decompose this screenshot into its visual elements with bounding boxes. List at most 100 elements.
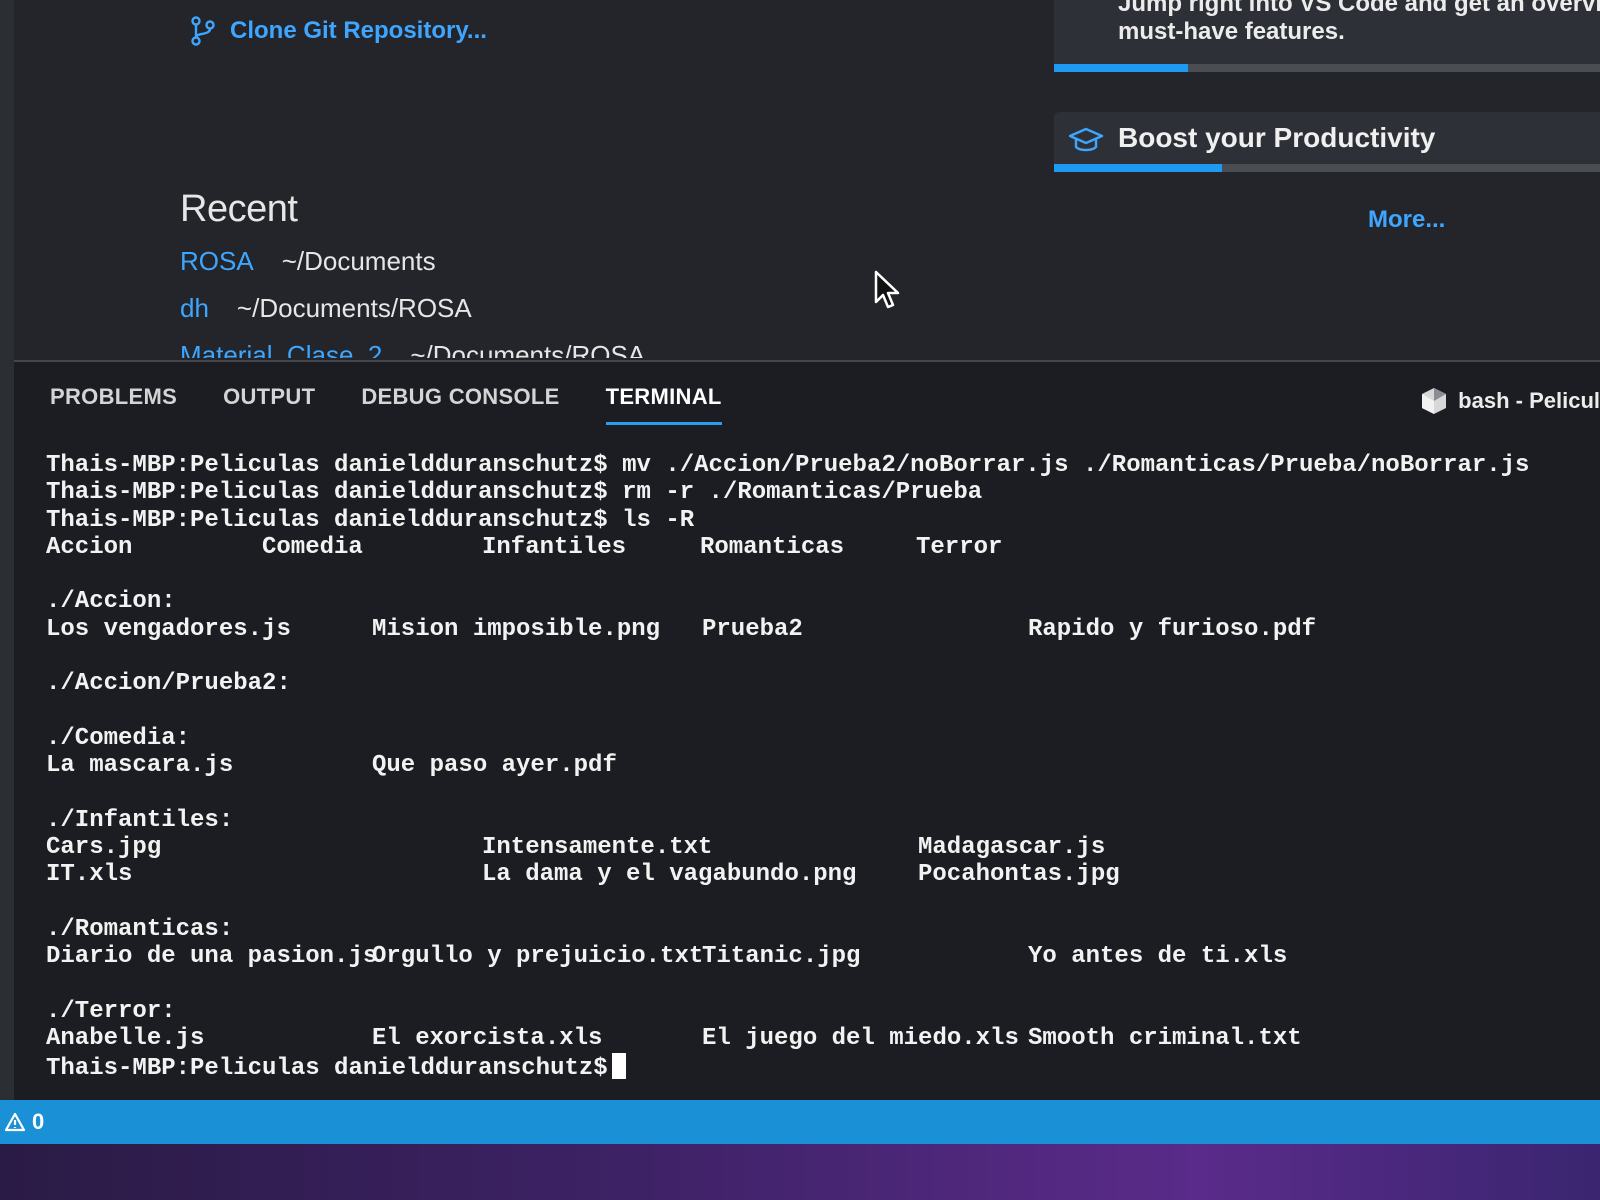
source-control-icon <box>191 16 215 46</box>
terminal-directory-header: ./Infantiles: <box>46 807 1586 834</box>
status-bar: 0 <box>0 1100 1600 1144</box>
terminal-command-line: Thais-MBP:Peliculas danieldduranschutz$ <box>46 1052 1586 1082</box>
listing-entry: La mascara.js <box>46 752 234 780</box>
listing-entry: Que paso ayer.pdf <box>372 752 617 780</box>
listing-entry: Los vengadores.js <box>46 615 291 643</box>
terminal-prompt: Thais-MBP:Peliculas danieldduranschutz$ <box>46 1054 608 1082</box>
walkthrough-progress-bar <box>1054 164 1600 172</box>
terminal-icon <box>1422 388 1447 414</box>
recent-heading: Recent <box>180 188 298 230</box>
recent-list: ROSA ~/Documents dh ~/Documents/ROSA Mat… <box>180 246 645 358</box>
recent-item-path: ~/Documents/ROSA <box>410 340 646 358</box>
warning-icon <box>4 1112 26 1132</box>
terminal-selector[interactable]: bash - Pelicul <box>1420 386 1600 416</box>
terminal-prompt: Thais-MBP:Peliculas danieldduranschutz$ <box>46 506 608 534</box>
listing-entry: Madagascar.js <box>918 834 1106 862</box>
terminal-listing-row: Anabelle.js El exorcista.xls El juego del … <box>46 1025 1586 1052</box>
listing-entry: Smooth criminal.txt <box>1028 1025 1302 1053</box>
terminal-command-line: Thais-MBP:Peliculas danieldduranschutz$ … <box>46 479 1586 506</box>
listing-entry: Romanticas <box>700 533 845 561</box>
listing-entry: Rapido y furioso.pdf <box>1028 615 1317 643</box>
status-problems[interactable]: 0 <box>4 1109 44 1135</box>
walkthrough-progress-bar <box>1054 64 1600 72</box>
directory-header: ./Infantiles: <box>46 806 234 834</box>
terminal-command: ls -R <box>622 506 695 534</box>
listing-entry: Anabelle.js <box>46 1025 205 1053</box>
terminal-prompt: Thais-MBP:Peliculas danieldduranschutz$ <box>46 452 608 479</box>
terminal-command: rm -r ./Romanticas/Prueba <box>622 479 983 507</box>
recent-item[interactable]: Material_Clase_2 ~/Documents/ROSA <box>180 340 645 358</box>
walkthrough-progress-fill <box>1054 164 1222 172</box>
terminal-directory-header: ./Accion: <box>46 588 1586 615</box>
terminal-listing-row: Cars.jpg Intensamente.txt Madagascar.js <box>46 834 1586 861</box>
tab-output[interactable]: OUTPUT <box>223 384 315 425</box>
walkthrough-description: Jump right into VS Code and get an overv… <box>1118 0 1600 46</box>
recent-item[interactable]: dh ~/Documents/ROSA <box>180 293 645 340</box>
terminal-output[interactable]: Thais-MBP:Peliculas danieldduranschutz$ … <box>46 452 1586 1092</box>
terminal-command-line: Thais-MBP:Peliculas danieldduranschutz$ … <box>46 507 1586 534</box>
listing-entry: IT.xls <box>46 861 133 889</box>
listing-entry: Terror <box>916 533 1003 561</box>
walkthrough-description-line: must-have features. <box>1118 18 1345 45</box>
listing-entry: Diario de una pasion.js <box>46 943 378 971</box>
panel-tabs: PROBLEMS OUTPUT DEBUG CONSOLE TERMINAL <box>50 384 768 425</box>
bottom-panel: PROBLEMS OUTPUT DEBUG CONSOLE TERMINAL b… <box>14 360 1600 1102</box>
terminal-command: mv ./Accion/Prueba2/noBorrar.js ./Romant… <box>622 452 1530 479</box>
clone-link-label: Clone Git Repository... <box>230 17 487 44</box>
directory-header: ./Romanticas: <box>46 916 234 944</box>
terminal-selector-label: bash - Pelicul <box>1458 388 1600 413</box>
more-walkthroughs-link[interactable]: More... <box>1368 206 1445 234</box>
listing-entry: Prueba2 <box>702 615 803 643</box>
window-left-edge <box>0 0 14 1100</box>
desktop-background <box>0 1144 1600 1200</box>
listing-entry: Pocahontas.jpg <box>918 861 1120 889</box>
directory-header: ./Terror: <box>46 997 176 1025</box>
terminal-listing-row: Los vengadores.js Mision imposible.png Pru… <box>46 616 1586 643</box>
terminal-listing-row: Accion Comedia Infantiles Romanticas Terror <box>46 534 1586 561</box>
listing-entry: Comedia <box>262 533 363 561</box>
recent-item[interactable]: ROSA ~/Documents <box>180 246 645 293</box>
tab-problems[interactable]: PROBLEMS <box>50 384 177 425</box>
terminal-directory-header: ./Terror: <box>46 998 1586 1025</box>
walkthrough-progress-fill <box>1054 64 1189 72</box>
terminal-directory-header: ./Comedia: <box>46 725 1586 752</box>
listing-entry: El juego del miedo.xls <box>702 1025 1019 1053</box>
listing-entry: Titanic.jpg <box>702 943 861 971</box>
recent-item-name[interactable]: ROSA <box>180 246 254 277</box>
terminal-command-line: Thais-MBP:Peliculas danieldduranschutz$ … <box>46 452 1586 479</box>
terminal-prompt: Thais-MBP:Peliculas danieldduranschutz$ <box>46 479 608 507</box>
terminal-directory-header: ./Romanticas: <box>46 916 1586 943</box>
mouse-pointer-icon <box>874 270 900 309</box>
warning-count: 0 <box>32 1109 45 1134</box>
listing-entry: Intensamente.txt <box>482 834 713 862</box>
terminal-directory-header: ./Accion/Prueba2: <box>46 670 1586 697</box>
listing-entry: Cars.jpg <box>46 834 162 862</box>
terminal-cursor <box>611 1052 626 1079</box>
walkthrough-title: Boost your Productivity <box>1118 122 1436 153</box>
welcome-page: Clone Git Repository... Recent ROSA ~/Do… <box>14 0 1600 360</box>
terminal-listing-row: Diario de una pasion.js Orgullo y prejuic… <box>46 943 1586 970</box>
directory-header: ./Accion/Prueba2: <box>46 670 291 698</box>
tab-debug-console[interactable]: DEBUG CONSOLE <box>361 384 559 425</box>
tab-terminal[interactable]: TERMINAL <box>605 384 722 425</box>
directory-header: ./Comedia: <box>46 724 191 752</box>
listing-entry: Accion <box>46 533 133 561</box>
listing-entry: Orgullo y prejuicio.txt <box>372 943 704 971</box>
recent-item-name[interactable]: dh <box>180 293 209 324</box>
terminal-listing-row: IT.xls La dama y el vagabundo.png Pocahont… <box>46 861 1586 888</box>
walkthrough-description-line: Jump right into VS Code and get an overv… <box>1118 0 1600 17</box>
terminal-listing-row: La mascara.js Que paso ayer.pdf <box>46 752 1586 779</box>
recent-item-path: ~/Documents/ROSA <box>236 293 472 323</box>
recent-item-path: ~/Documents <box>281 246 436 276</box>
walkthrough-card-productivity[interactable]: Boost your Productivity <box>1054 112 1600 172</box>
clone-git-repository-link[interactable]: Clone Git Repository... <box>190 16 487 46</box>
listing-entry: Infantiles <box>482 533 627 561</box>
recent-item-name[interactable]: Material_Clase_2 <box>180 340 382 358</box>
listing-entry: Mision imposible.png <box>372 615 661 643</box>
listing-entry: La dama y el vagabundo.png <box>482 861 857 889</box>
directory-header: ./Accion: <box>46 588 176 616</box>
walkthrough-card-get-started[interactable]: Jump right into VS Code and get an overv… <box>1054 0 1600 72</box>
listing-entry: El exorcista.xls <box>372 1025 603 1053</box>
listing-entry: Yo antes de ti.xls <box>1028 943 1288 971</box>
graduation-cap-icon <box>1068 127 1104 152</box>
